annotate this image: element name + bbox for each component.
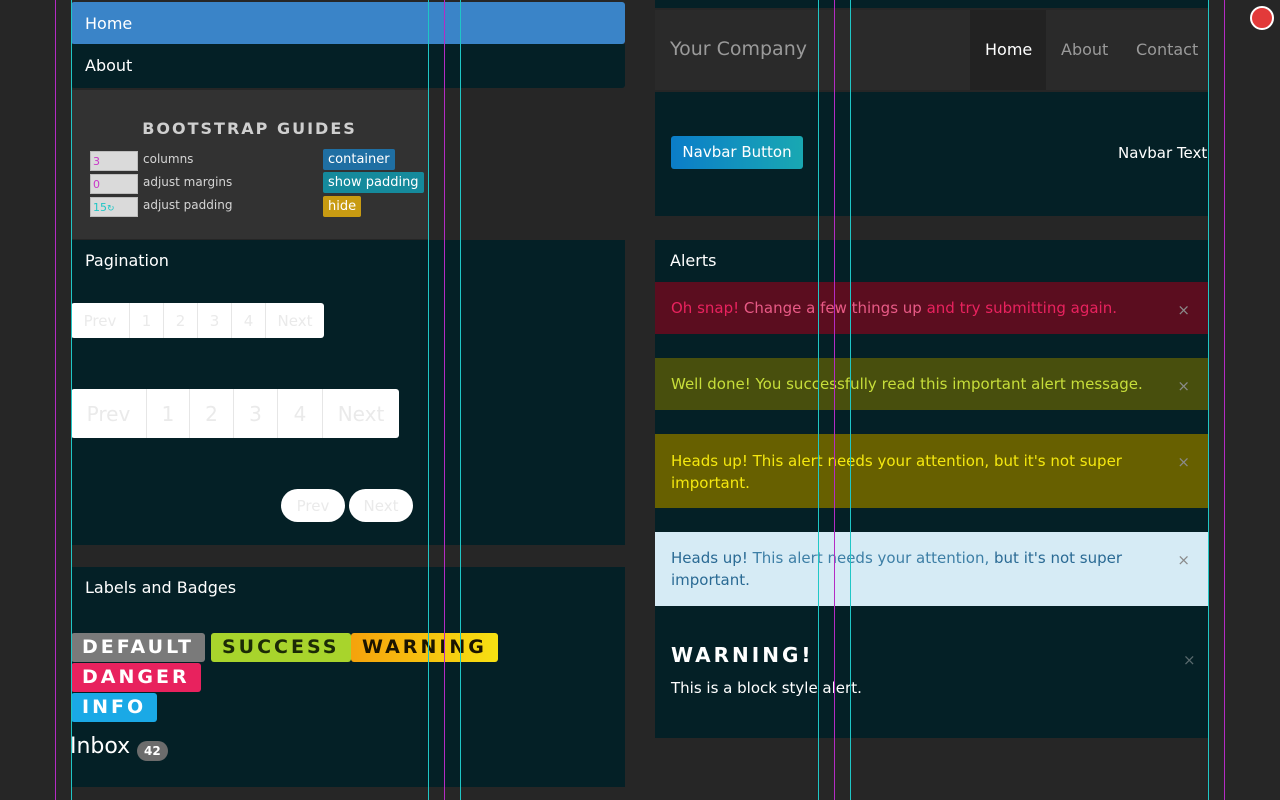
alert-info-mid: This alert needs your attention, [752,549,990,567]
margins-label: adjust margins [143,175,233,189]
alert-danger: Oh snap! Change a few things up and try … [655,282,1208,334]
columns-input[interactable]: 3 [90,151,138,171]
pagination-large: Prev 1 2 3 4 Next [71,389,399,438]
block-alert-heading: WARNING! [671,643,814,667]
show-padding-button[interactable]: show padding [323,172,424,193]
hide-button[interactable]: hide [323,196,362,217]
alert-danger-strong: Oh snap! [671,299,740,317]
pager-prev-button[interactable]: Prev [281,489,345,522]
nav-home[interactable]: Home [985,40,1032,59]
navbar-panel: Navbar Button Navbar Text [655,92,1208,216]
close-icon[interactable]: × [1177,453,1190,471]
alert-info-strong: Heads up! [671,549,748,567]
guide-line [834,0,835,800]
guide-line [1224,0,1225,800]
alert-warning: Heads up! This alert needs your attentio… [655,434,1208,508]
guide-line [71,0,72,800]
guides-title: BOOTSTRAP GUIDES [142,119,357,138]
guide-line [428,0,429,800]
close-icon[interactable]: × [1177,551,1190,569]
navbar-text: Navbar Text [1118,144,1208,162]
record-icon[interactable] [1250,6,1274,30]
sidebar-item-home[interactable]: Home [71,2,625,44]
sidebar-item-about[interactable]: About [71,44,625,88]
page-4[interactable]: 4 [278,389,323,438]
navbar-button[interactable]: Navbar Button [671,136,803,169]
pager-next-button[interactable]: Next [349,489,413,522]
page-4[interactable]: 4 [232,303,266,338]
nav-about[interactable]: About [1061,40,1108,59]
close-icon[interactable]: × [1177,301,1190,319]
labels-panel: Labels and Badges DEFAULT SUCCESS WARNIN… [70,567,625,787]
loop-icon: ↻ [107,204,115,214]
label-danger: DANGER [71,663,201,692]
alert-info: Heads up! This alert needs your attentio… [655,532,1208,606]
page-next[interactable]: Next [323,389,399,438]
margins-input[interactable]: 0 [90,174,138,194]
nav-contact[interactable]: Contact [1136,40,1198,59]
page-prev[interactable]: Prev [71,389,147,438]
container-button[interactable]: container [323,149,395,170]
page-3[interactable]: 3 [234,389,278,438]
pagination-title: Pagination [85,251,169,270]
bootstrap-guides-panel: BOOTSTRAP GUIDES 3 columns 0 adjust marg… [71,90,428,239]
labels-title: Labels and Badges [85,578,237,597]
padding-label: adjust padding [143,198,233,212]
pagination-small: Prev 1 2 3 4 Next [71,303,324,338]
guide-line [444,0,445,800]
alert-warning-text: Heads up! This alert needs your attentio… [671,452,1122,492]
page-next[interactable]: Next [266,303,324,338]
alert-danger-text: and try submitting again. [926,299,1117,317]
panel-edge [655,0,1208,8]
columns-label: columns [143,152,194,166]
top-navbar: Your Company Home About Contact [655,10,1208,90]
guide-line [1208,0,1209,800]
page-1[interactable]: 1 [130,303,164,338]
alert-danger-link[interactable]: Change a few things up [744,299,922,317]
inbox-text: Inbox [70,734,131,759]
close-icon[interactable]: × [1177,377,1190,395]
page-3[interactable]: 3 [198,303,232,338]
padding-input[interactable]: 15↻ [90,197,138,217]
label-info: INFO [71,693,158,722]
guide-line [55,0,56,800]
close-icon[interactable]: × [1183,651,1196,669]
inbox-badge: 42 [137,741,168,761]
alert-success: Well done! You successfully read this im… [655,358,1208,410]
sidebar-item-label: About [85,56,133,75]
label-default: DEFAULT [71,633,206,662]
brand-name[interactable]: Your Company [670,38,807,60]
page-1[interactable]: 1 [147,389,190,438]
guide-line [818,0,819,800]
page-2[interactable]: 2 [190,389,234,438]
alerts-title: Alerts [670,251,717,270]
sidebar-item-label: Home [85,14,133,33]
page-2[interactable]: 2 [164,303,198,338]
guide-line [850,0,851,800]
guide-line [460,0,461,800]
pagination-panel: Pagination Prev 1 2 3 4 Next Prev 1 2 3 … [71,240,625,545]
alert-success-text: Well done! You successfully read this im… [671,375,1143,393]
padding-input-value: 15 [93,201,107,214]
label-success: SUCCESS [211,633,351,662]
page-prev[interactable]: Prev [71,303,130,338]
label-warning: WARNING [351,633,498,662]
